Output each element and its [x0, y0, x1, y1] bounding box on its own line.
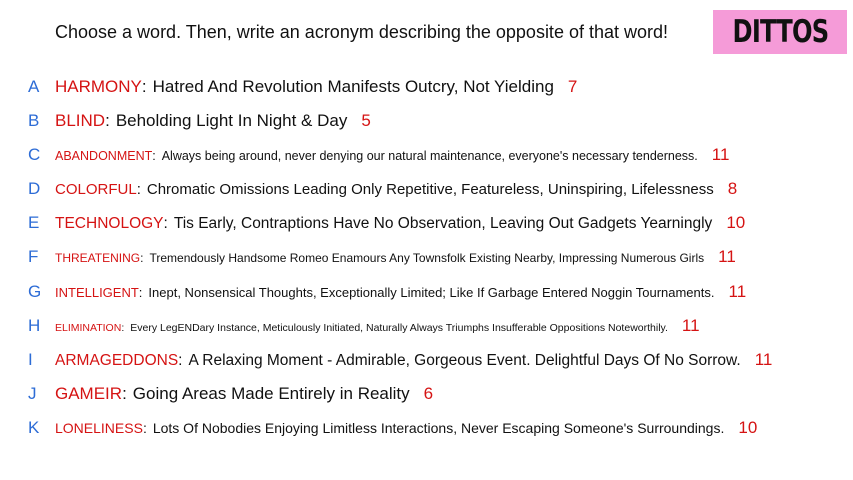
entry-word: TECHNOLOGY [55, 215, 164, 232]
entry-count: 11 [718, 247, 736, 266]
entry-letter: E [28, 213, 40, 232]
entry-letter: I [28, 350, 33, 369]
entry-row-k: K LONELINESS: Lots Of Nobodies Enjoying … [0, 413, 853, 443]
entry-row-h: H ELIMINATION: Every LegENDary Instance,… [0, 311, 853, 341]
entry-count: 8 [727, 179, 738, 198]
entry-letter: C [28, 145, 41, 164]
entry-count: 11 [728, 282, 747, 301]
entry-row-a: A HARMONY: Hatred And Revolution Manifes… [0, 72, 853, 102]
entry-count: 10 [726, 213, 746, 232]
entry-line: HARMONY: Hatred And Revolution Manifests… [55, 77, 577, 97]
entry-word: BLIND [55, 111, 106, 130]
entry-colon: : [163, 215, 168, 232]
entry-line: THREATENING: Tremendously Handsome Romeo… [55, 247, 736, 267]
entry-line: GAMEIR: Going Areas Made Entirely in Rea… [55, 384, 433, 404]
entry-word: LONELINESS [55, 420, 143, 436]
entry-acronym: Lots Of Nobodies Enjoying Limitless Inte… [152, 420, 725, 436]
entry-line: ELIMINATION: Every LegENDary Instance, M… [55, 316, 700, 336]
entry-letter: G [28, 282, 42, 301]
entry-acronym: Chromatic Omissions Leading Only Repetit… [146, 181, 714, 198]
entry-word: HARMONY [55, 77, 142, 96]
entry-letter: K [28, 418, 40, 437]
entry-letter: D [28, 179, 41, 198]
entry-row-c: C ABANDONMENT: Always being around, neve… [0, 140, 853, 170]
entry-count: 11 [754, 350, 773, 369]
entry-colon: : [141, 77, 147, 96]
entry-acronym: Inept, Nonsensical Thoughts, Exceptional… [148, 285, 715, 300]
entry-letter: B [28, 111, 40, 130]
entry-count: 11 [711, 145, 730, 164]
entry-colon: : [152, 149, 156, 163]
slide: Choose a word. Then, write an acronym de… [0, 0, 853, 480]
entry-row-f: F THREATENING: Tremendously Handsome Rom… [0, 242, 853, 272]
entry-line: ABANDONMENT: Always being around, never … [55, 145, 729, 165]
entry-count: 6 [423, 384, 434, 403]
entry-colon: : [121, 322, 125, 334]
entry-colon: : [140, 251, 144, 265]
entry-word: ARMAGEDDONS [55, 352, 179, 369]
entry-word: COLORFUL [55, 181, 137, 198]
entry-line: BLIND: Beholding Light In Night & Day 5 [55, 111, 371, 131]
entry-colon: : [122, 384, 127, 403]
entry-line: TECHNOLOGY: Tis Early, Contraptions Have… [55, 213, 745, 233]
entry-word: GAMEIR [55, 384, 123, 403]
entry-row-b: B BLIND: Beholding Light In Night & Day … [0, 106, 853, 136]
entry-letter: J [28, 384, 37, 403]
entry-acronym: Every LegENDary Instance, Meticulously I… [130, 322, 668, 334]
entry-word: ELIMINATION [55, 322, 122, 334]
entry-word: INTELLIGENT [55, 285, 139, 300]
entry-word: ABANDONMENT [55, 149, 153, 163]
entry-line: ARMAGEDDONS: A Relaxing Moment - Admirab… [55, 350, 772, 370]
entry-count: 7 [567, 77, 578, 96]
entry-line: INTELLIGENT: Inept, Nonsensical Thoughts… [55, 282, 746, 302]
entry-colon: : [178, 352, 183, 369]
entry-acronym: A Relaxing Moment - Admirable, Gorgeous … [188, 352, 741, 369]
entry-list: A HARMONY: Hatred And Revolution Manifes… [0, 0, 853, 480]
entry-letter: H [28, 316, 41, 335]
entry-acronym: Beholding Light In Night & Day [115, 111, 348, 130]
entry-row-g: G INTELLIGENT: Inept, Nonsensical Though… [0, 277, 853, 307]
entry-row-j: J GAMEIR: Going Areas Made Entirely in R… [0, 379, 853, 409]
entry-acronym: Always being around, never denying our n… [161, 149, 698, 163]
entry-count: 11 [681, 316, 700, 335]
entry-acronym: Hatred And Revolution Manifests Outcry, … [152, 77, 554, 96]
entry-line: COLORFUL: Chromatic Omissions Leading On… [55, 179, 737, 199]
entry-row-d: D COLORFUL: Chromatic Omissions Leading … [0, 174, 853, 204]
entry-acronym: Going Areas Made Entirely in Reality [132, 384, 410, 403]
entry-row-e: E TECHNOLOGY: Tis Early, Contraptions Ha… [0, 208, 853, 238]
entry-count: 10 [738, 418, 758, 437]
entry-count: 5 [361, 111, 371, 130]
entry-letter: F [28, 247, 39, 266]
entry-word: THREATENING [55, 251, 141, 265]
entry-colon: : [138, 285, 143, 300]
entry-line: LONELINESS: Lots Of Nobodies Enjoying Li… [55, 418, 757, 438]
entry-colon: : [105, 111, 110, 130]
entry-colon: : [136, 181, 141, 198]
entry-acronym: Tis Early, Contraptions Have No Observat… [173, 215, 713, 232]
entry-letter: A [28, 77, 40, 96]
entry-acronym: Tremendously Handsome Romeo Enamours Any… [149, 251, 705, 265]
entry-colon: : [142, 420, 147, 436]
entry-row-i: I ARMAGEDDONS: A Relaxing Moment - Admir… [0, 345, 853, 375]
